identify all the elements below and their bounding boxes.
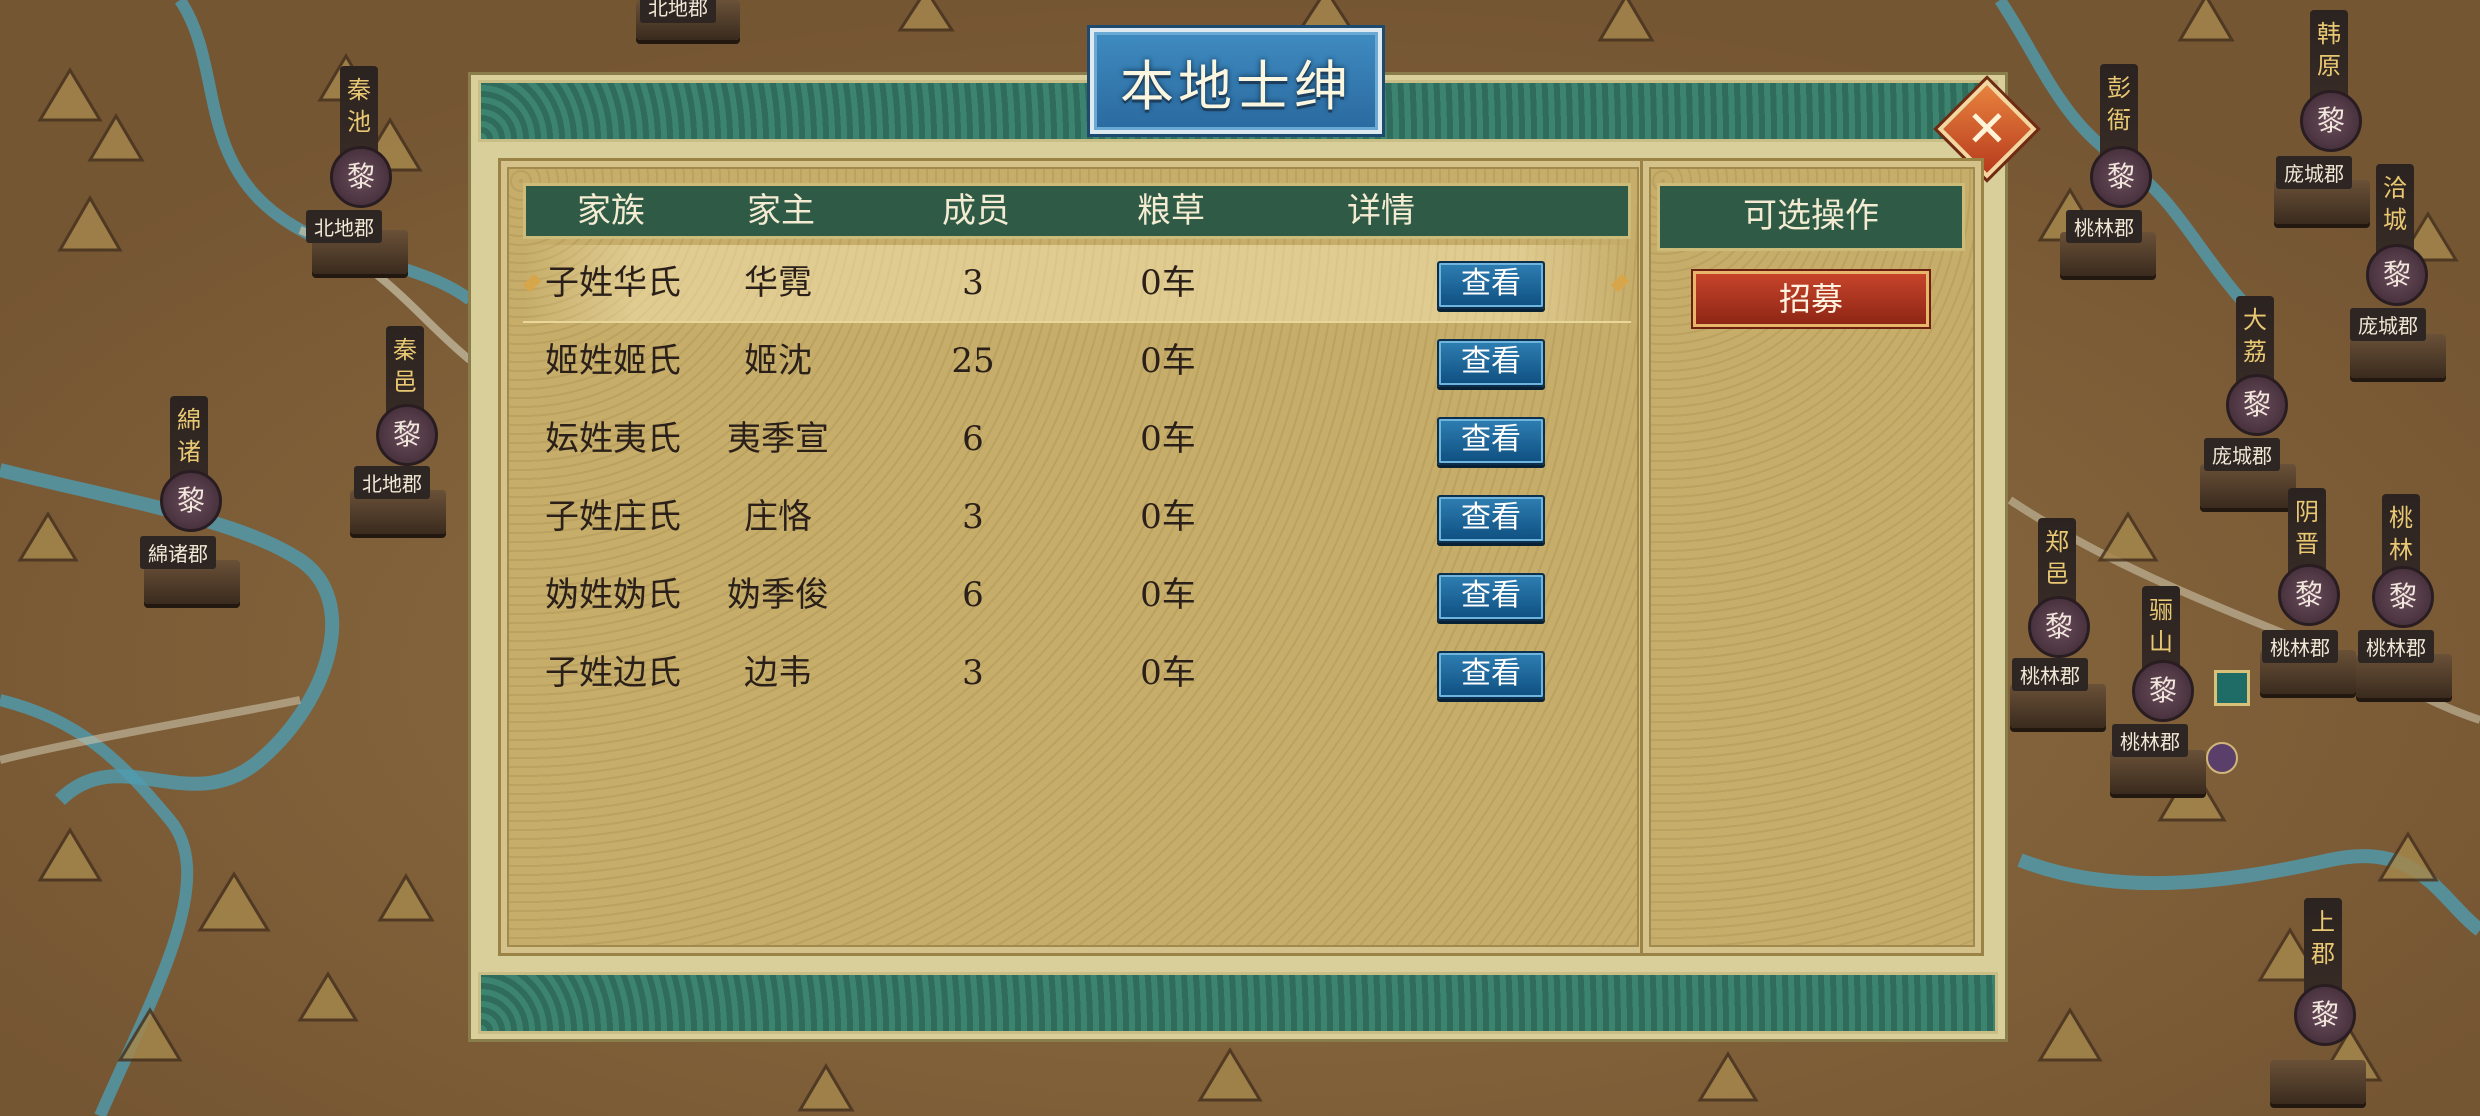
clan-name: 妘姓夷氏 (545, 419, 681, 459)
member-count: 3 (962, 263, 984, 303)
city-label: 北地郡 (306, 210, 382, 243)
city-label: 桃林郡 (2262, 630, 2338, 663)
info-marker-icon[interactable] (2206, 742, 2238, 774)
view-button[interactable]: 查看 (1437, 651, 1545, 699)
view-button[interactable]: 查看 (1437, 339, 1545, 387)
local-gentry-dialog: 本地士绅 ✕ 家族 家主 成员 粮草 详情 子姓华氏 华霓 3 0车 查看 姬姓… (468, 28, 2037, 1042)
column-header-members: 成员 (942, 191, 1010, 231)
member-count: 3 (962, 653, 984, 693)
table-header: 家族 家主 成员 粮草 详情 (523, 183, 1631, 239)
table-row[interactable]: 姬姓姬氏 姬沈 25 0车 查看 (523, 323, 1631, 399)
view-button[interactable]: 查看 (1437, 261, 1545, 309)
city-label: 庞城郡 (2204, 438, 2280, 471)
city-label: 北地郡 (640, 0, 716, 23)
faction-seal-icon[interactable]: 黎 (2132, 660, 2194, 722)
clan-head: 姬沈 (744, 341, 812, 381)
dialog-bottom-band (478, 972, 1998, 1034)
table-row[interactable]: 子姓边氏 边韦 3 0车 查看 (523, 635, 1631, 711)
view-button[interactable]: 查看 (1437, 495, 1545, 543)
city-label: 綿诸郡 (140, 536, 216, 569)
faction-seal-icon[interactable]: 黎 (376, 404, 438, 466)
city-label: 庞城郡 (2350, 308, 2426, 341)
clan-name: 子姓边氏 (545, 653, 681, 693)
faction-seal-icon[interactable]: 黎 (2090, 146, 2152, 208)
column-header-head: 家主 (747, 191, 815, 231)
operations-panel: 可选操作 招募 (1640, 158, 1984, 956)
city-label: 桃林郡 (2112, 724, 2188, 757)
dialog-title: 本地士绅 (1120, 54, 1352, 118)
operations-title: 可选操作 (1657, 183, 1965, 251)
faction-seal-icon[interactable]: 黎 (2372, 566, 2434, 628)
table-row[interactable]: 妫姓妫氏 妫季俊 6 0车 查看 (523, 557, 1631, 633)
faction-seal-icon[interactable]: 黎 (2300, 90, 2362, 152)
clan-name: 妫姓妫氏 (545, 575, 681, 615)
recruit-button[interactable]: 招募 (1693, 271, 1929, 327)
food-amount: 0车 (1140, 263, 1196, 303)
clan-name: 子姓华氏 (545, 263, 681, 303)
faction-seal-icon[interactable]: 黎 (330, 146, 392, 208)
food-amount: 0车 (1140, 653, 1196, 693)
view-button[interactable]: 查看 (1437, 573, 1545, 621)
faction-seal-icon[interactable]: 黎 (2226, 374, 2288, 436)
gentry-table-panel: 家族 家主 成员 粮草 详情 子姓华氏 华霓 3 0车 查看 姬姓姬氏 姬沈 2… (498, 158, 1648, 956)
member-count: 25 (951, 341, 995, 381)
clan-head: 华霓 (744, 263, 812, 303)
column-header-food: 粮草 (1137, 191, 1205, 231)
food-amount: 0车 (1140, 575, 1196, 615)
clan-head: 庄恪 (744, 497, 812, 537)
member-count: 6 (962, 419, 984, 459)
clan-head: 妫季俊 (727, 575, 829, 615)
clan-head: 夷季宣 (727, 419, 829, 459)
city-label: 桃林郡 (2358, 630, 2434, 663)
dialog-title-plate: 本地士绅 (1090, 28, 1382, 134)
table-row[interactable]: 子姓庄氏 庄恪 3 0车 查看 (523, 479, 1631, 555)
table-row[interactable]: 妘姓夷氏 夷季宣 6 0车 查看 (523, 401, 1631, 477)
food-amount: 0车 (1140, 341, 1196, 381)
faction-seal-icon[interactable]: 黎 (160, 470, 222, 532)
member-count: 3 (962, 497, 984, 537)
map-marker-icon[interactable] (2214, 670, 2250, 706)
faction-seal-icon[interactable]: 黎 (2278, 564, 2340, 626)
column-header-clan: 家族 (577, 191, 645, 231)
faction-seal-icon[interactable]: 黎 (2028, 596, 2090, 658)
city-icon[interactable] (2270, 1060, 2366, 1104)
city-label: 桃林郡 (2066, 210, 2142, 243)
city-label: 桃林郡 (2012, 658, 2088, 691)
city-label: 北地郡 (354, 466, 430, 499)
clan-name: 姬姓姬氏 (545, 341, 681, 381)
table-row[interactable]: 子姓华氏 华霓 3 0车 查看 (522, 245, 1631, 323)
clan-name: 子姓庄氏 (545, 497, 681, 537)
faction-seal-icon[interactable]: 黎 (2366, 244, 2428, 306)
member-count: 6 (962, 575, 984, 615)
view-button[interactable]: 查看 (1437, 417, 1545, 465)
clan-head: 边韦 (744, 653, 812, 693)
city-label: 庞城郡 (2276, 156, 2352, 189)
food-amount: 0车 (1140, 497, 1196, 537)
food-amount: 0车 (1140, 419, 1196, 459)
column-header-details: 详情 (1347, 191, 1415, 231)
row-marker-icon (1610, 273, 1630, 293)
faction-seal-icon[interactable]: 黎 (2294, 984, 2356, 1046)
